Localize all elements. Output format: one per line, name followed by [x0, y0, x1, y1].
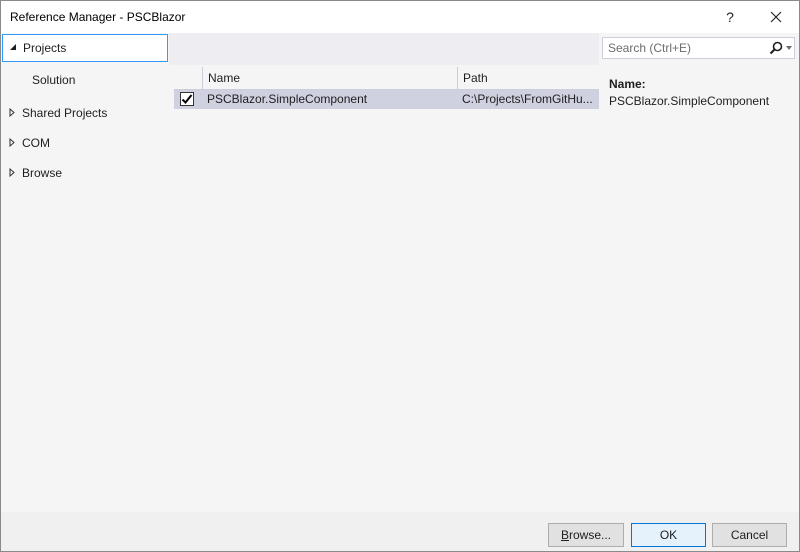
row-path: C:\Projects\FromGitHu...	[462, 92, 593, 106]
column-header-check[interactable]	[174, 67, 202, 89]
grid-header: Name Path	[174, 67, 599, 90]
collapsed-arrow-icon[interactable]	[2, 107, 22, 119]
chevron-down-icon[interactable]	[785, 45, 793, 51]
nav-item-com[interactable]: COM	[2, 129, 168, 157]
nav-item-shared-projects[interactable]: Shared Projects	[2, 99, 168, 127]
search-input[interactable]	[603, 38, 763, 58]
row-checkbox[interactable]	[180, 92, 194, 106]
dialog-footer: Browse... OK Cancel	[1, 512, 799, 551]
close-button[interactable]	[753, 1, 799, 33]
details-panel: Name: PSCBlazor.SimpleComponent	[599, 33, 799, 512]
collapsed-arrow-icon[interactable]	[2, 137, 22, 149]
nav-item-solution[interactable]: Solution	[2, 66, 168, 94]
browse-mnemonic: B	[560, 528, 569, 542]
nav-tree: Projects Solution Shared Projects COM Br…	[1, 33, 169, 512]
close-icon	[770, 11, 782, 23]
ok-button[interactable]: OK	[631, 523, 706, 547]
nav-item-label: Browse	[22, 166, 63, 180]
collapsed-arrow-icon[interactable]	[2, 167, 22, 179]
detail-name-value: PSCBlazor.SimpleComponent	[609, 94, 770, 108]
nav-item-browse[interactable]: Browse	[2, 159, 168, 187]
browse-button[interactable]: Browse...	[548, 523, 624, 547]
center-toolbar	[169, 33, 599, 65]
reference-grid: Name Path PSCBlazor.SimpleComponent C:\P…	[174, 67, 599, 512]
nav-item-projects[interactable]: Projects	[2, 34, 168, 62]
title-bar: Reference Manager - PSCBlazor ?	[1, 1, 799, 33]
expanded-arrow-icon[interactable]	[3, 43, 23, 53]
column-header-name[interactable]: Name	[202, 67, 457, 89]
row-name: PSCBlazor.SimpleComponent	[207, 92, 368, 106]
browse-label-rest: rowse...	[569, 528, 612, 542]
nav-item-label: Solution	[32, 73, 76, 87]
help-button[interactable]: ?	[707, 1, 753, 33]
cancel-button[interactable]: Cancel	[712, 523, 787, 547]
table-row[interactable]: PSCBlazor.SimpleComponent C:\Projects\Fr…	[174, 90, 599, 109]
column-header-path[interactable]: Path	[457, 67, 599, 89]
search-icon[interactable]	[769, 41, 783, 55]
window-title: Reference Manager - PSCBlazor	[10, 10, 186, 24]
nav-item-label: COM	[22, 136, 50, 150]
checkmark-icon	[181, 94, 193, 104]
search-box	[602, 37, 795, 59]
nav-item-label: Shared Projects	[22, 106, 108, 120]
reference-manager-dialog: Reference Manager - PSCBlazor ? Projects…	[0, 0, 800, 552]
detail-name-label: Name:	[609, 77, 646, 91]
center-panel: Name Path PSCBlazor.SimpleComponent C:\P…	[169, 33, 599, 512]
nav-item-label: Projects	[23, 41, 67, 55]
